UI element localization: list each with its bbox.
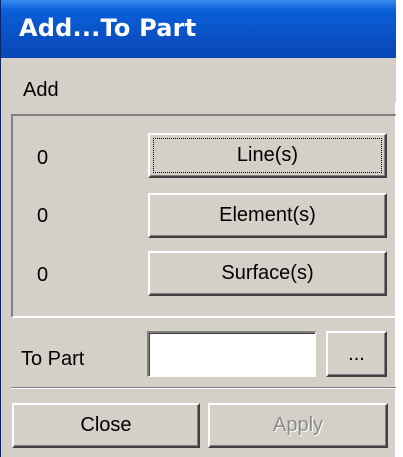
line-count: 0	[37, 147, 49, 169]
apply-button[interactable]: Apply	[208, 403, 388, 448]
footer-separator	[11, 387, 396, 389]
add-to-part-dialog: Add...To Part Add 0 Line(s) 0 Element(s)…	[0, 0, 396, 457]
title-bar[interactable]: Add...To Part	[1, 0, 396, 58]
element-count: 0	[37, 205, 49, 227]
lines-button[interactable]: Line(s)	[148, 133, 387, 178]
menu-bar	[1, 58, 396, 102]
add-menu-label: Add	[23, 79, 59, 101]
close-button[interactable]: Close	[12, 403, 200, 448]
surface-count: 0	[37, 264, 49, 286]
surfaces-button[interactable]: Surface(s)	[148, 251, 387, 296]
part-input[interactable]	[147, 331, 316, 377]
to-part-label: To Part	[21, 348, 85, 370]
browse-part-button[interactable]: ...	[326, 331, 387, 377]
elements-button[interactable]: Element(s)	[148, 193, 387, 238]
window-title: Add...To Part	[19, 14, 197, 42]
